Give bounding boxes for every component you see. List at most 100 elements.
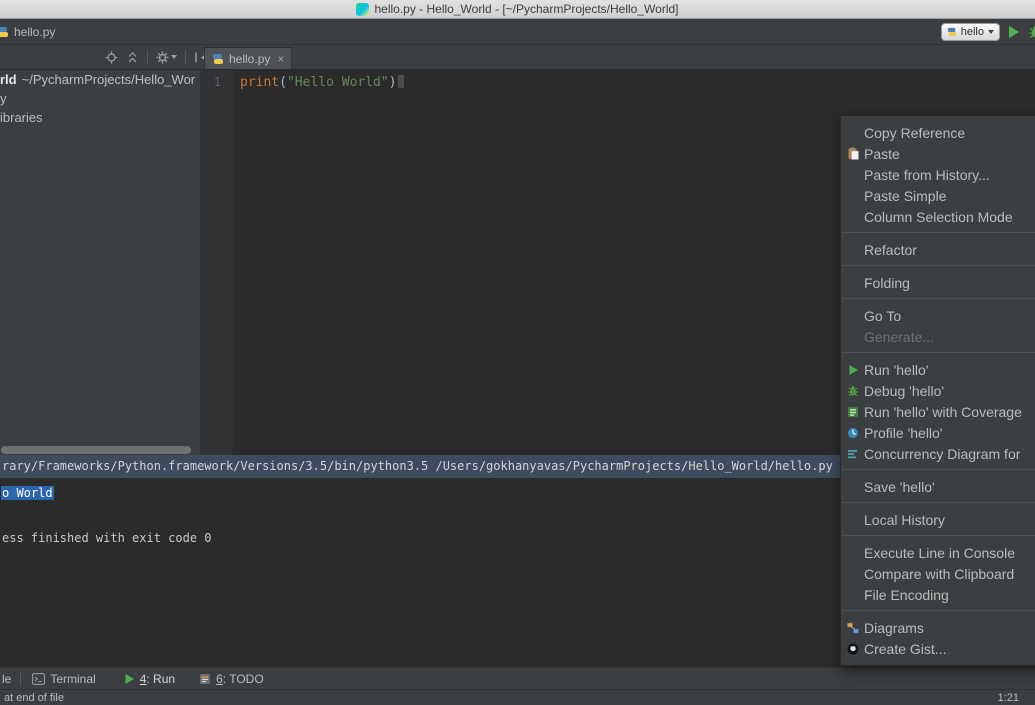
menu-item-paste[interactable]: Paste [841, 143, 1035, 164]
todo-label-rest: : TODO [223, 672, 264, 686]
menu-item-profile-hello[interactable]: Profile 'hello' [841, 422, 1035, 443]
menu-item-label: Execute Line in Console [864, 545, 1015, 561]
paste-icon [845, 146, 861, 162]
code-token-string: "Hello World" [287, 75, 389, 90]
divider [20, 672, 21, 686]
divider [185, 50, 186, 64]
breadcrumb-file[interactable]: hello.py [14, 25, 55, 39]
menu-item-concurrency-diagram[interactable]: Concurrency Diagram for [841, 443, 1035, 464]
empty-icon [845, 545, 861, 561]
menu-item-debug-hello[interactable]: Debug 'hello' [841, 380, 1035, 401]
tool-window-bar: le Terminal 4: Run 6: TODO [0, 667, 1035, 689]
run-tab-label: 4: Run [140, 672, 175, 686]
menu-separator [842, 610, 1035, 611]
concurrency-icon [845, 446, 861, 462]
menu-item-label: Profile 'hello' [864, 425, 943, 441]
empty-icon [845, 125, 861, 141]
toolwindow-run-button[interactable]: 4: Run [124, 672, 175, 686]
menu-item-execute-line-in-console[interactable]: Execute Line in Console [841, 542, 1035, 563]
menu-item-paste-from-history[interactable]: Paste from History... [841, 164, 1035, 185]
menu-separator [842, 469, 1035, 470]
toolwindow-console-button[interactable]: le [2, 672, 11, 686]
project-panel[interactable]: rld~/PycharmProjects/Hello_Wor y ibrarie… [0, 70, 200, 455]
toolwindow-terminal-button[interactable]: Terminal [32, 672, 95, 686]
terminal-label: Terminal [50, 672, 95, 686]
menu-item-folding[interactable]: Folding [841, 272, 1035, 293]
menu-item-label: Run 'hello' [864, 362, 929, 378]
locate-icon[interactable] [105, 51, 118, 64]
menu-item-label: Concurrency Diagram for [864, 446, 1020, 462]
run-button[interactable] [1009, 26, 1019, 38]
toolwindow-todo-button[interactable]: 6: TODO [199, 672, 264, 686]
run-icon [124, 673, 135, 685]
menu-separator [842, 502, 1035, 503]
menu-item-local-history[interactable]: Local History [841, 509, 1035, 530]
project-libraries-item[interactable]: ibraries [0, 108, 200, 127]
menu-item-label: Go To [864, 308, 901, 324]
context-menu: Copy Reference Paste Paste from History.… [840, 115, 1035, 666]
menu-item-refactor[interactable]: Refactor [841, 239, 1035, 260]
menu-item-run-hello-with-coverage[interactable]: Run 'hello' with Coverage [841, 401, 1035, 422]
menu-item-column-selection-mode[interactable]: Column Selection Mode [841, 206, 1035, 227]
status-message: at end of file [4, 692, 64, 704]
python-file-icon [0, 26, 9, 38]
project-file-item[interactable]: y [0, 89, 200, 108]
todo-tab-label: 6: TODO [216, 672, 264, 686]
project-panel-toolbar [105, 45, 207, 69]
caret-position[interactable]: 1:21 [998, 692, 1019, 704]
menu-item-label: Compare with Clipboard [864, 566, 1014, 582]
chevron-down-icon [171, 55, 177, 59]
menu-item-create-gist[interactable]: Create Gist... [841, 638, 1035, 659]
menu-item-label: Save 'hello' [864, 479, 935, 495]
empty-icon [845, 479, 861, 495]
code-token-open-paren: ( [279, 75, 287, 90]
todo-mnemonic: 6 [216, 672, 223, 686]
empty-icon [845, 167, 861, 183]
empty-icon [845, 329, 861, 345]
empty-icon [845, 512, 861, 528]
code-token-print: print [240, 75, 279, 90]
menu-item-diagrams[interactable]: Diagrams [841, 617, 1035, 638]
empty-icon [845, 566, 861, 582]
code-line: print("Hello World") [234, 74, 1035, 92]
menu-item-go-to[interactable]: Go To [841, 305, 1035, 326]
menu-item-file-encoding[interactable]: File Encoding [841, 584, 1035, 605]
debug-button[interactable] [1028, 25, 1035, 39]
run-label-rest: : Run [146, 672, 175, 686]
tab-bar: hello.py × [0, 45, 1035, 70]
collapse-all-icon[interactable] [126, 51, 139, 64]
editor-gutter[interactable]: 1 [200, 70, 233, 455]
menu-item-label: Paste from History... [864, 167, 990, 183]
tab-hello-py[interactable]: hello.py × [204, 47, 292, 69]
line-number: 1 [200, 75, 221, 89]
menu-item-label: Folding [864, 275, 910, 291]
debug-icon [845, 383, 861, 399]
project-root-path: ~/PycharmProjects/Hello_Wor [22, 72, 196, 87]
console-exit-line: ess finished with exit code 0 [2, 530, 212, 546]
menu-item-copy-reference[interactable]: Copy Reference [841, 122, 1035, 143]
menu-separator [842, 352, 1035, 353]
settings-button[interactable] [156, 51, 177, 64]
breadcrumb: hello.py [0, 19, 55, 44]
menu-item-paste-simple[interactable]: Paste Simple [841, 185, 1035, 206]
run-config-select[interactable]: hello [941, 23, 1000, 41]
project-root-item[interactable]: rld~/PycharmProjects/Hello_Wor [0, 70, 200, 89]
text-caret [398, 75, 404, 88]
menu-item-label: Debug 'hello' [864, 383, 944, 399]
menu-item-run-hello[interactable]: Run 'hello' [841, 359, 1035, 380]
gist-icon [845, 641, 861, 657]
console-selected-text: o World [1, 486, 54, 500]
menu-separator [842, 535, 1035, 536]
python-config-icon [947, 27, 957, 37]
horizontal-scrollbar[interactable] [1, 446, 191, 454]
menu-item-compare-with-clipboard[interactable]: Compare with Clipboard [841, 563, 1035, 584]
run-toolbar: hello [941, 19, 1035, 44]
menu-item-label: Paste Simple [864, 188, 946, 204]
menu-separator [842, 232, 1035, 233]
menu-item-generate: Generate... [841, 326, 1035, 347]
menu-separator [842, 298, 1035, 299]
close-icon[interactable]: × [277, 52, 284, 66]
empty-icon [845, 242, 861, 258]
menu-item-save-hello[interactable]: Save 'hello' [841, 476, 1035, 497]
console-output-line: o World [1, 485, 54, 501]
